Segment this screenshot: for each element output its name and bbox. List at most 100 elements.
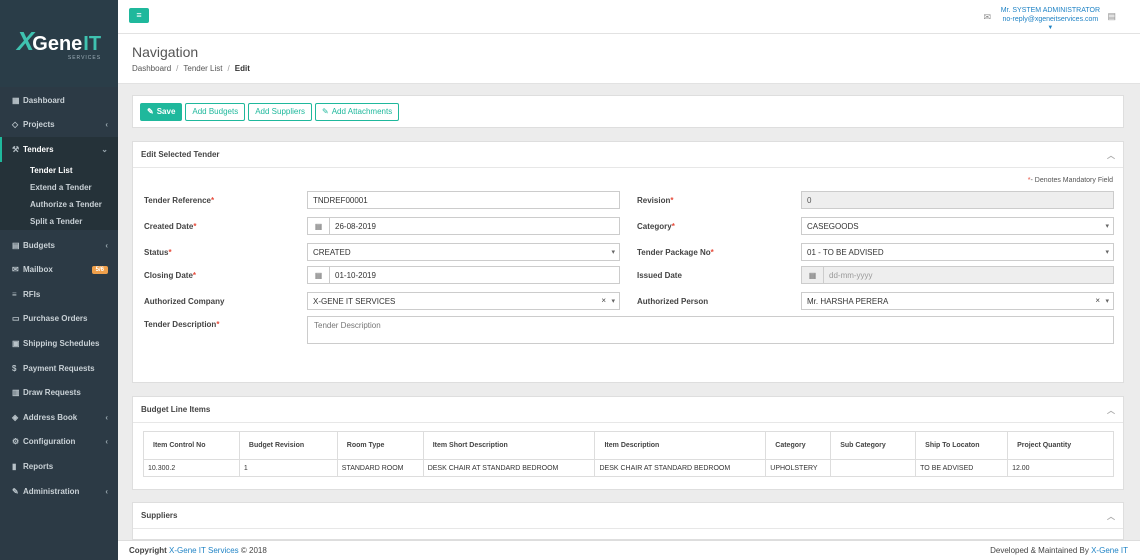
panel-header: Edit Selected Tender ︿ [133, 142, 1123, 168]
authorized-person-select[interactable]: Mr. HARSHA PERERA × ▾ [801, 292, 1114, 310]
column-header[interactable]: Item Short Description [422, 431, 596, 460]
budget-table: Item Control No Budget Revision Room Typ… [143, 431, 1114, 477]
brand-logo[interactable]: X Gene IT SERVICES [0, 0, 118, 87]
closing-date-input[interactable]: 01-10-2019 [329, 266, 620, 284]
mandatory-note: *- Denotes Mandatory Field [1027, 177, 1113, 184]
save-button[interactable]: ✎ Save [140, 102, 183, 121]
budget-line-items-panel: Budget Line Items ︿ Item Control No Budg… [132, 396, 1124, 490]
clear-icon[interactable]: × [1095, 296, 1100, 305]
table-row[interactable]: 10.300.2 1 STANDARD ROOM DESK CHAIR AT S… [143, 459, 1114, 477]
footer-dev-link[interactable]: X-Gene IT [1091, 546, 1128, 555]
sidebar-item-label: Tenders [23, 144, 54, 154]
table-cell: TO BE ADVISED [915, 459, 1009, 477]
chevron-up-icon[interactable]: ︿ [1107, 150, 1115, 161]
id-card-icon[interactable]: ▤ [1107, 11, 1116, 22]
sidebar-item-shipping-schedules[interactable]: ▣ Shipping Schedules [0, 331, 118, 356]
sidebar-item-label: Dashboard [23, 95, 65, 105]
table-cell: DESK CHAIR AT STANDARD BEDROOM [594, 459, 767, 477]
table-cell [830, 459, 917, 477]
tender-package-select[interactable]: 01 - TO BE ADVISED ▾ [801, 243, 1114, 261]
tender-reference-input[interactable]: TNDREF00001 [307, 191, 620, 209]
chevron-left-icon: ‹ [105, 120, 108, 130]
created-date-label: Created Date* [144, 222, 197, 231]
footer-developed: Developed & Maintained By X-Gene IT [990, 546, 1128, 555]
sidebar-item-mailbox[interactable]: ✉ Mailbox 5/6 [0, 257, 118, 282]
envelope-icon[interactable]: ✉ [983, 12, 991, 23]
user-email: no-reply@xgeneitservices.com [1002, 16, 1099, 23]
submenu-split-tender[interactable]: Split a Tender [0, 213, 118, 230]
revision-input[interactable]: 0 [801, 191, 1114, 209]
chevron-left-icon: ‹ [105, 240, 108, 250]
category-select[interactable]: CASEGOODS ▾ [801, 217, 1114, 235]
sidebar-item-payment-requests[interactable]: $ Payment Requests [0, 356, 118, 381]
footer-company-link[interactable]: X-Gene IT Services [169, 546, 239, 555]
column-header[interactable]: Category [765, 431, 832, 460]
closing-date-field[interactable]: ▦ 01-10-2019 [307, 266, 620, 284]
hamburger-icon: ≡ [136, 10, 142, 20]
sidebar-item-label: Administration [23, 486, 80, 496]
menu-toggle-button[interactable]: ≡ [129, 8, 149, 23]
submenu-authorize-tender[interactable]: Authorize a Tender [0, 196, 118, 213]
dashboard-icon: ▦ [12, 95, 20, 105]
list-icon: ≡ [12, 289, 17, 299]
calendar-icon[interactable]: ▦ [801, 266, 823, 284]
edit-tender-panel: Edit Selected Tender ︿ *- Denotes Mandat… [132, 141, 1124, 383]
column-header[interactable]: Project Quantity [1007, 431, 1114, 460]
envelope-icon: ✉ [12, 265, 19, 275]
submenu-tender-list[interactable]: Tender List [0, 162, 118, 179]
sidebar-item-label: Budgets [23, 240, 55, 250]
user-menu[interactable]: Mr. SYSTEM ADMINISTRATOR no-reply@xgenei… [1001, 6, 1100, 33]
table-cell: 1 [238, 459, 338, 477]
submenu-extend-tender[interactable]: Extend a Tender [0, 179, 118, 196]
panel-title: Edit Selected Tender [141, 150, 220, 159]
status-select[interactable]: CREATED ▾ [307, 243, 620, 261]
add-suppliers-button[interactable]: Add Suppliers [248, 102, 313, 121]
logo-gene: Gene [32, 33, 83, 55]
edit-icon: ✎ [147, 107, 154, 116]
sidebar-item-label: Shipping Schedules [23, 338, 100, 348]
breadcrumb-dashboard[interactable]: Dashboard [132, 64, 171, 73]
created-date-input[interactable]: 26-08-2019 [329, 217, 620, 235]
chevron-up-icon[interactable]: ︿ [1107, 511, 1115, 522]
column-header[interactable]: Ship To Locaton [915, 431, 1009, 460]
caret-down-icon: ▾ [1105, 249, 1109, 256]
sidebar-item-projects[interactable]: ◇ Projects ‹ [0, 113, 118, 138]
sidebar-item-tenders[interactable]: ⚒ Tenders ⌄ [0, 137, 118, 162]
tender-description-textarea[interactable]: Tender Description [307, 316, 1114, 344]
truck-icon: ▣ [12, 338, 20, 348]
sidebar-item-budgets[interactable]: ▤ Budgets ‹ [0, 233, 118, 258]
sidebar-item-reports[interactable]: ▮ Reports [0, 454, 118, 479]
column-header[interactable]: Sub Category [830, 431, 917, 460]
clear-icon[interactable]: × [601, 296, 606, 305]
bank-icon: ▥ [12, 388, 20, 398]
calendar-icon[interactable]: ▦ [307, 217, 329, 235]
add-budgets-button[interactable]: Add Budgets [185, 102, 246, 121]
authorized-company-select[interactable]: X-GENE IT SERVICES × ▾ [307, 292, 620, 310]
add-attachments-button[interactable]: ✎ Add Attachments [315, 102, 400, 121]
mailbox-badge: 5/6 [91, 265, 108, 274]
caret-down-icon: ▾ [611, 298, 615, 305]
sidebar-item-purchase-orders[interactable]: ▭ Purchase Orders [0, 307, 118, 332]
column-header[interactable]: Room Type [336, 431, 424, 460]
column-header[interactable]: Item Control No [143, 431, 240, 460]
topbar: ≡ ✉ Mr. SYSTEM ADMINISTRATOR no-reply@xg… [118, 0, 1140, 34]
issued-date-input[interactable]: dd-mm-yyyy [823, 266, 1114, 284]
authorized-person-label: Authorized Person [637, 297, 709, 306]
sidebar-item-configuration[interactable]: ⚙ Configuration ‹ [0, 430, 118, 455]
footer: Copyright X-Gene IT Services © 2018 Deve… [118, 540, 1140, 560]
created-date-field[interactable]: ▦ 26-08-2019 [307, 217, 620, 235]
page-heading: Navigation Dashboard / Tender List / Edit [118, 34, 1140, 84]
issued-date-field[interactable]: ▦ dd-mm-yyyy [801, 266, 1114, 284]
sidebar-item-label: Payment Requests [23, 363, 95, 373]
sidebar-item-dashboard[interactable]: ▦ Dashboard [0, 88, 118, 113]
sidebar-item-administration[interactable]: ✎ Administration ‹ [0, 479, 118, 504]
sidebar-item-rfis[interactable]: ≡ RFIs [0, 282, 118, 307]
sidebar-item-draw-requests[interactable]: ▥ Draw Requests [0, 380, 118, 405]
calendar-icon[interactable]: ▦ [307, 266, 329, 284]
column-header[interactable]: Item Description [594, 431, 767, 460]
breadcrumb-tender-list[interactable]: Tender List [183, 64, 222, 73]
column-header[interactable]: Budget Revision [238, 431, 338, 460]
sidebar-item-address-book[interactable]: ◈ Address Book ‹ [0, 405, 118, 430]
diamond-icon: ◇ [12, 120, 19, 130]
chevron-up-icon[interactable]: ︿ [1107, 405, 1115, 416]
